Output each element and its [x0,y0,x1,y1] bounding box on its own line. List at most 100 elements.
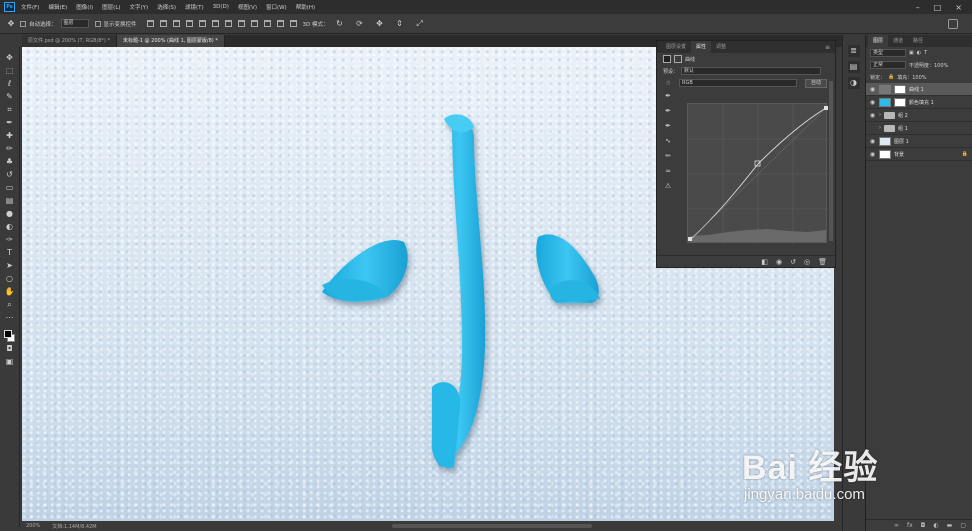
align-bottom-icon[interactable] [172,20,180,27]
fx-icon[interactable]: fx [907,522,913,529]
history-panel-icon[interactable]: ≣ [847,45,860,57]
hand-icon[interactable]: ✋ [4,286,16,298]
align-vcenter-icon[interactable] [159,20,167,27]
menu-3d[interactable]: 3D(D) [213,4,229,10]
layer-row[interactable]: ◉ 背景 🔒 [866,148,972,161]
align-left-icon[interactable] [185,20,193,27]
clip-to-layer-icon[interactable]: ◧ [761,258,768,266]
target-adjust-icon[interactable]: ☝ [663,78,673,88]
curve-edit-icon[interactable]: ∿ [663,136,673,146]
menu-image[interactable]: 图像(I) [76,3,93,11]
distribute-left-icon[interactable] [263,20,271,27]
new-adjustment-icon[interactable]: ◐ [933,522,938,529]
blur-icon[interactable]: ● [4,208,16,220]
marquee-icon[interactable]: ⬚ [4,65,16,77]
properties-scrollbar[interactable] [829,81,833,241]
horizontal-scrollbar[interactable] [392,524,592,528]
align-right-icon[interactable] [211,20,219,27]
gray-point-eyedropper-icon[interactable]: ✒ [663,106,673,116]
foreground-color-swatch[interactable] [4,330,12,338]
fill-field[interactable]: 填充：100% [897,74,926,81]
quick-select-icon[interactable]: ✎ [4,91,16,103]
new-group-icon[interactable]: ▬ [947,522,953,529]
menu-edit[interactable]: 编辑(E) [48,3,67,11]
menu-type[interactable]: 文字(Y) [130,3,149,11]
minimize-icon[interactable]: – [916,3,920,12]
quick-mask-icon[interactable]: ◘ [4,343,16,355]
slide-3d-icon[interactable]: ⇕ [395,19,405,29]
properties-panel-icon[interactable]: ▤ [847,61,860,73]
kind-filter-dropdown[interactable]: 类型 [870,49,906,57]
smooth-icon[interactable]: ≈ [663,166,673,176]
black-point-eyedropper-icon[interactable]: ✒ [663,91,673,101]
lock-icon[interactable]: 🔒 [888,74,894,80]
delete-icon[interactable]: 🗑 [818,258,827,266]
white-point[interactable] [824,106,828,110]
blend-mode-dropdown[interactable]: 正常 [870,61,906,69]
more-tools-icon[interactable]: ⋯ [4,312,16,324]
layer-row[interactable]: ◉ 颜色填充 1 [866,96,972,109]
tab-doc-2[interactable]: 未标题-1 @ 200% (曲线 1, 图层蒙版/8) * [116,35,225,47]
preset-dropdown[interactable]: 默认 [681,67,822,75]
filter-adjust-icon[interactable]: ◐ [917,50,921,56]
eye-icon[interactable]: ◉ [869,86,876,93]
auto-button[interactable]: 自动 [805,78,828,88]
white-point-eyedropper-icon[interactable]: ✒ [663,121,673,131]
brush-icon[interactable]: ✏ [4,143,16,155]
new-layer-icon[interactable]: ▢ [960,522,966,529]
black-point[interactable] [688,237,692,241]
crop-icon[interactable]: ⌗ [4,104,16,116]
path-select-icon[interactable]: ➤ [4,260,16,272]
close-icon[interactable]: × [955,3,962,12]
move-tool-icon[interactable]: ✥ [6,19,16,29]
tab-layer-comps[interactable]: 图层设置 [661,41,691,53]
auto-select-checkbox[interactable] [20,20,26,27]
eye-icon[interactable]: ◉ [869,99,876,106]
view-previous-icon[interactable]: ◉ [776,258,782,266]
layer-row[interactable]: ◉ 曲线 1 [866,83,972,96]
dodge-icon[interactable]: ◐ [4,221,16,233]
menu-view[interactable]: 视图(V) [238,3,257,11]
add-mask-icon[interactable]: ◘ [921,522,926,529]
eye-icon[interactable]: ◉ [869,151,876,158]
channel-dropdown[interactable]: RGB [679,79,797,87]
tab-properties[interactable]: 属性 [691,41,712,53]
show-transform-checkbox[interactable] [94,20,101,27]
healing-icon[interactable]: ✚ [4,130,16,142]
drag-3d-icon[interactable]: ✥ [375,19,385,29]
type-icon[interactable]: T [4,247,16,259]
opacity-field[interactable]: 不透明度：100% [909,62,948,69]
maximize-icon[interactable]: □ [934,3,942,12]
lasso-icon[interactable]: ℓ [4,78,16,90]
menu-layer[interactable]: 图层(L) [102,3,120,11]
menu-file[interactable]: 文件(F) [21,3,39,11]
workspace-icon[interactable] [948,18,958,29]
gradient-icon[interactable]: ▤ [4,195,16,207]
history-brush-icon[interactable]: ↺ [4,169,16,181]
mask-icon[interactable] [674,55,682,63]
eye-icon[interactable]: ◉ [869,138,876,145]
curves-graph[interactable] [687,103,828,244]
eraser-icon[interactable]: ▭ [4,182,16,194]
tab-layers[interactable]: 图层 [868,35,889,47]
pencil-draw-icon[interactable]: ✏ [663,151,673,161]
tab-channels[interactable]: 通道 [888,35,908,47]
move-icon[interactable]: ✥ [4,52,16,64]
layer-row[interactable]: ◉ › 组 2 [866,109,972,122]
eyedropper-icon[interactable]: ✒ [4,117,16,129]
pen-icon[interactable]: ✑ [4,234,16,246]
roll-3d-icon[interactable]: ⟳ [355,19,365,29]
distribute-bottom-icon[interactable] [250,20,258,27]
zoom-icon[interactable]: ⌕ [4,299,16,311]
link-layers-icon[interactable]: ∞ [894,522,899,529]
visibility-icon[interactable]: ◎ [804,258,810,266]
ellipse-icon[interactable]: ○ [4,273,16,285]
panel-menu-icon[interactable]: ≡ [825,44,830,51]
scale-3d-icon[interactable]: ⤢ [415,19,425,29]
rotate-3d-icon[interactable]: ↻ [335,19,345,29]
tab-adjustments[interactable]: 调整 [711,41,731,53]
tab-doc-1[interactable]: 原文件.psd @ 200% (T, RGB/8*) * [22,35,117,47]
tab-paths[interactable]: 路径 [908,35,928,47]
layer-row[interactable]: › 组 1 [866,122,972,135]
align-top-icon[interactable] [146,20,154,27]
